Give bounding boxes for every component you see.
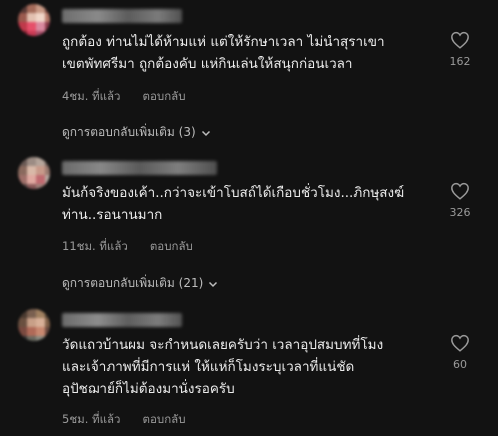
avatar[interactable]: [18, 157, 50, 189]
comment-meta: 11ชม. ที่แล้ว ตอบกลับ: [62, 238, 193, 256]
like-count: 60: [453, 358, 467, 371]
chevron-down-icon: [209, 281, 218, 287]
heart-icon: [451, 334, 469, 352]
comment-meta: 5ชม. ที่แล้ว ตอบกลับ: [62, 411, 186, 429]
avatar[interactable]: [18, 4, 50, 36]
avatar[interactable]: [18, 309, 50, 341]
username-blurred[interactable]: [62, 9, 182, 23]
view-more-replies-button[interactable]: ดูการตอบกลับเพิ่มเติม (3): [62, 123, 212, 142]
view-more-replies-label: ดูการตอบกลับเพิ่มเติม (21): [62, 276, 204, 290]
like-count: 162: [449, 55, 471, 68]
like-button[interactable]: 162: [440, 31, 480, 68]
reply-button[interactable]: ตอบกลับ: [150, 238, 193, 256]
comment-text: มันก้จริงของเค้า..กว่าจะเข้าโบสถ์ได้เกือ…: [62, 182, 442, 226]
like-button[interactable]: 326: [440, 182, 480, 219]
reply-button[interactable]: ตอบกลับ: [143, 88, 186, 106]
username-blurred[interactable]: [62, 313, 182, 327]
timestamp: 4ชม. ที่แล้ว: [62, 89, 121, 103]
heart-icon: [451, 182, 469, 200]
comment-text-line: วัดแถวบ้านผม จะกำหนดเลยครับว่า เวลาอุปสม…: [62, 337, 384, 353]
timestamp: 11ชม. ที่แล้ว: [62, 239, 128, 253]
comment-text-line: ท่าน..รอนานมาก: [62, 207, 163, 223]
comment-text-line: มันก้จริงของเค้า..กว่าจะเข้าโบสถ์ได้เกือ…: [62, 185, 405, 201]
like-button[interactable]: 60: [440, 334, 480, 371]
comment-text: ถูกต้อง ท่านไม่ได้ห้ามแห่ แต่ให้รักษาเวล…: [62, 31, 442, 75]
username-blurred[interactable]: [62, 161, 217, 175]
timestamp: 5ชม. ที่แล้ว: [62, 412, 121, 426]
view-more-replies-button[interactable]: ดูการตอบกลับเพิ่มเติม (21): [62, 274, 219, 293]
comment-text-line: ถูกต้อง ท่านไม่ได้ห้ามแห่ แต่ให้รักษาเวล…: [62, 34, 385, 50]
heart-icon: [451, 31, 469, 49]
chevron-down-icon: [201, 130, 210, 136]
view-more-replies-label: ดูการตอบกลับเพิ่มเติม (3): [62, 125, 196, 139]
comment-text-line: เขตพัทศรีมา ถูกต้องคับ แห่กินเล่นให้สนุก…: [62, 56, 353, 72]
comment-text: วัดแถวบ้านผม จะกำหนดเลยครับว่า เวลาอุปสม…: [62, 334, 442, 400]
comment-text-line: และเจ้าภาพที่มีการแห่ ให้แห่ก็โมงระบุเวล…: [62, 359, 355, 375]
reply-button[interactable]: ตอบกลับ: [143, 411, 186, 429]
comment-meta: 4ชม. ที่แล้ว ตอบกลับ: [62, 88, 186, 106]
comment-text-line: อุปัชฌาย์ก็ไม่ต้องมานั่งรอครับ: [62, 381, 235, 397]
like-count: 326: [449, 206, 471, 219]
